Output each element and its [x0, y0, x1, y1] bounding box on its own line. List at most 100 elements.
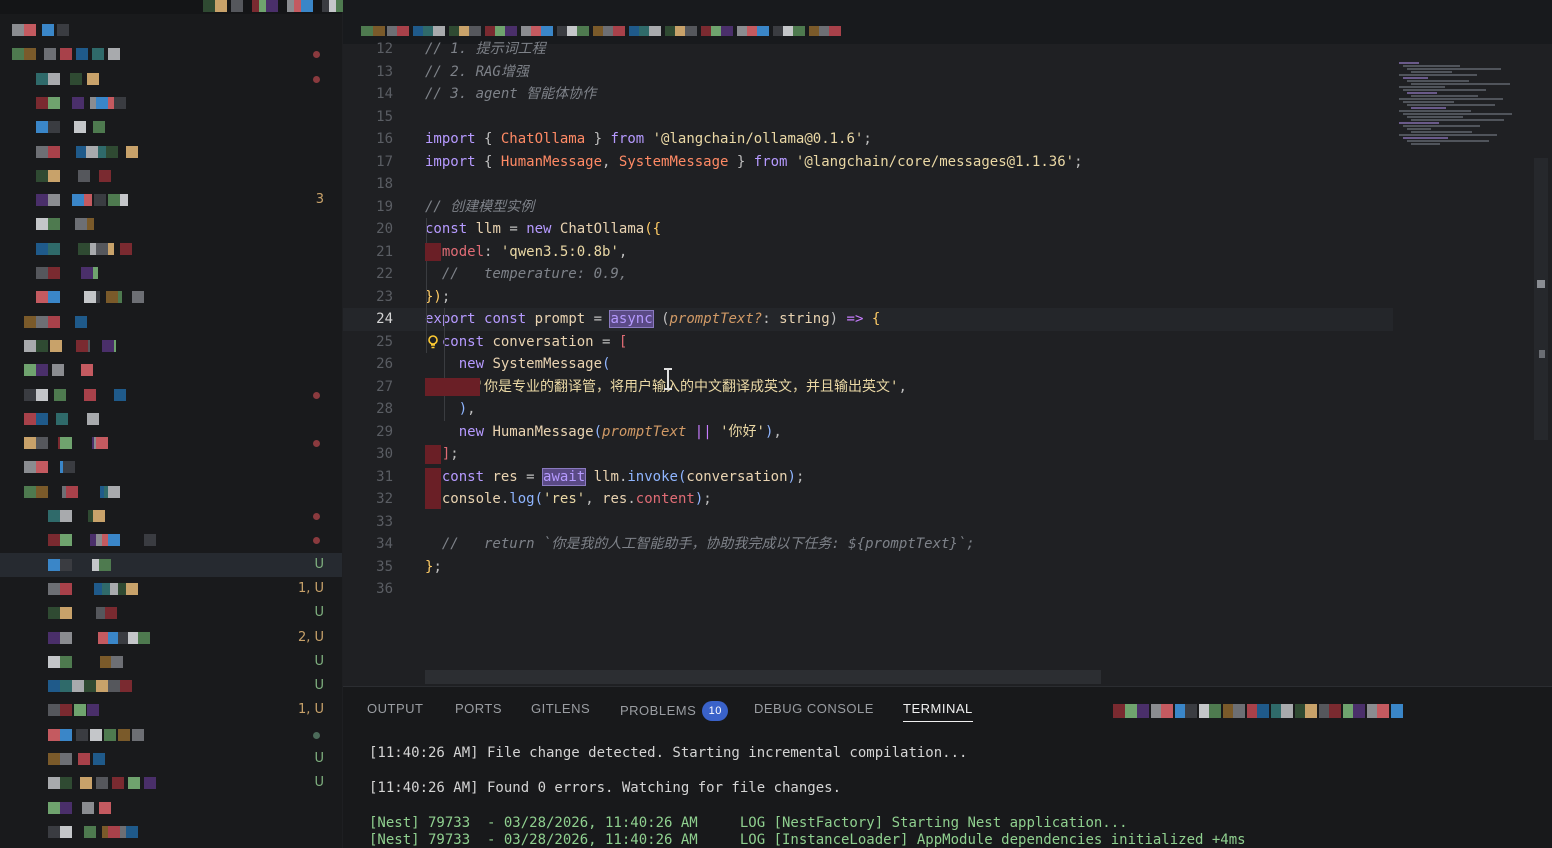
tab-gitlens[interactable]: GITLENS [531, 701, 590, 716]
file-tree-item[interactable] [0, 67, 342, 91]
line-number: 23 [376, 288, 393, 305]
file-tree-item[interactable]: U [0, 771, 342, 795]
code-line[interactable]: 23}); [343, 286, 1393, 309]
code-line[interactable]: 28 ), [343, 398, 1393, 421]
code-line[interactable]: 32 console.log('res', res.content); [343, 488, 1393, 511]
pixel-block [24, 412, 36, 425]
code-line[interactable]: 22 // temperature: 0.9, [343, 263, 1393, 286]
code-line[interactable]: 15 [343, 106, 1393, 129]
tab-terminal[interactable]: TERMINAL [903, 701, 973, 722]
tab-problems[interactable]: PROBLEMS 10 [620, 701, 729, 721]
file-tree-item[interactable] [0, 310, 342, 334]
line-number: 24 [376, 311, 393, 327]
code-token: 'res' [543, 491, 586, 507]
file-tree-item[interactable] [0, 212, 342, 236]
code-line[interactable]: 21 model: 'qwen3.5:0.8b', [343, 241, 1393, 264]
pixel-block [48, 72, 60, 85]
code-line[interactable]: 12 // 1. 提示词工程 [343, 38, 1393, 61]
pixel-block [36, 96, 48, 109]
pixel-block [74, 121, 86, 134]
file-tree-item[interactable]: 2, U [0, 626, 342, 650]
code-token: // return `你是我的人工智能助手，协助我完成以下任务: ${promp… [425, 536, 975, 552]
vertical-scrollbar[interactable] [1534, 158, 1548, 440]
pixel-block [126, 145, 138, 158]
code-line[interactable]: 26 new SystemMessage( [343, 353, 1393, 376]
file-tree-item[interactable] [0, 383, 342, 407]
lightbulb-icon[interactable] [427, 334, 439, 349]
file-tree-item[interactable]: 1, U [0, 577, 342, 601]
file-tree-item[interactable] [0, 407, 342, 431]
minimap-line [1399, 62, 1419, 64]
horizontal-scrollbar[interactable] [425, 670, 1101, 684]
code-line[interactable]: 16 import { ChatOllama } from '@langchain… [343, 128, 1393, 151]
minimap-line [1399, 86, 1445, 88]
explorer-sidebar: 3 U 1, U U 2, U U U 1, UUU [0, 0, 342, 848]
file-tree-item[interactable] [0, 164, 342, 188]
code-line[interactable]: 30 ]; [343, 443, 1393, 466]
pixel-block [1113, 704, 1125, 718]
file-tree-item[interactable]: U [0, 552, 342, 577]
pixel-block [63, 461, 75, 474]
line-number: 34 [376, 536, 393, 552]
file-tree-item[interactable] [0, 334, 342, 358]
pixel-block [793, 26, 805, 36]
file-tree-item[interactable]: 3 [0, 188, 342, 212]
pixel-block [505, 26, 517, 36]
file-tree-item[interactable]: 1, U [0, 698, 342, 722]
code-line[interactable]: 24 export const prompt = async (promptTex… [343, 308, 1393, 331]
file-tree-item[interactable] [0, 261, 342, 285]
pixel-block [72, 680, 84, 693]
code-token: ( [593, 423, 603, 440]
code-line[interactable]: 29 new HumanMessage(promptText || '你好'), [343, 421, 1393, 444]
code-line[interactable]: 14 // 3. agent 智能体协作 [343, 83, 1393, 106]
file-tree-item[interactable]: U [0, 650, 342, 674]
file-tree-item[interactable]: U [0, 601, 342, 625]
code-line[interactable]: 17 import { HumanMessage, SystemMessage }… [343, 151, 1393, 174]
pixel-block [86, 145, 98, 158]
tab-debug-console[interactable]: DEBUG CONSOLE [754, 701, 874, 716]
code-line[interactable]: 31 const res = await llm.invoke(conversa… [343, 466, 1393, 489]
code-line[interactable]: 34 // return `你是我的人工智能助手，协助我完成以下任务: ${pr… [343, 533, 1393, 556]
file-tree-item[interactable] [0, 820, 342, 844]
file-tree-item[interactable] [0, 528, 342, 552]
file-tree-item[interactable]: U [0, 747, 342, 771]
code-line[interactable]: 13 // 2. RAG增强 [343, 61, 1393, 84]
file-tree-item[interactable] [0, 480, 342, 504]
file-tree-item[interactable] [0, 140, 342, 164]
code-line[interactable]: 18 [343, 173, 1393, 196]
code-line[interactable]: 33 [343, 511, 1393, 534]
terminal-output[interactable]: [11:40:26 AM] File change detected. Star… [369, 743, 1529, 848]
file-tree-item[interactable] [0, 723, 342, 747]
file-tree-item[interactable] [0, 504, 342, 528]
file-tree-item[interactable] [0, 455, 342, 479]
file-tree-item[interactable] [0, 285, 342, 309]
code-line[interactable]: 20 const llm = new ChatOllama({ [343, 218, 1393, 241]
file-tree-item[interactable] [0, 358, 342, 382]
code-text: export const prompt = async (promptText?… [425, 308, 880, 331]
file-tree-item[interactable] [0, 115, 342, 139]
code-line[interactable]: 36 [343, 578, 1393, 601]
pixel-block [36, 485, 48, 498]
file-tree-item[interactable]: U [0, 674, 342, 698]
pixel-block [649, 26, 661, 36]
terminal-line: [11:40:26 AM] File change detected. Star… [369, 745, 968, 761]
tab-output[interactable]: OUTPUT [367, 701, 423, 716]
code-editor[interactable]: 12 // 1. 提示词工程 13 // 2. RAG增强 14 // 3. agent … [343, 41, 1393, 612]
file-tree-item[interactable] [0, 431, 342, 455]
minimap[interactable] [1393, 44, 1541, 145]
terminal-line: [Nest] 79733 - 03/28/2026, 11:40:26 AM L… [369, 832, 1246, 848]
code-token: res [492, 468, 518, 485]
code-line[interactable]: 27 '你是专业的翻译管，将用户输入的中文翻译成英文，并且输出英文', [343, 376, 1393, 399]
tab-ports[interactable]: PORTS [455, 701, 502, 716]
code-line[interactable]: 35}; [343, 556, 1393, 579]
line-number: 16 [376, 131, 393, 147]
file-tree-item[interactable] [0, 42, 342, 66]
file-tree-item[interactable] [0, 18, 342, 42]
file-tree-item[interactable] [0, 237, 342, 261]
file-tree-item[interactable] [0, 91, 342, 115]
code-line[interactable]: 25 const conversation = [ [343, 331, 1393, 354]
code-token: console [441, 491, 501, 507]
file-tree-item[interactable] [0, 796, 342, 820]
code-line[interactable]: 19 // 创建模型实例 [343, 196, 1393, 219]
